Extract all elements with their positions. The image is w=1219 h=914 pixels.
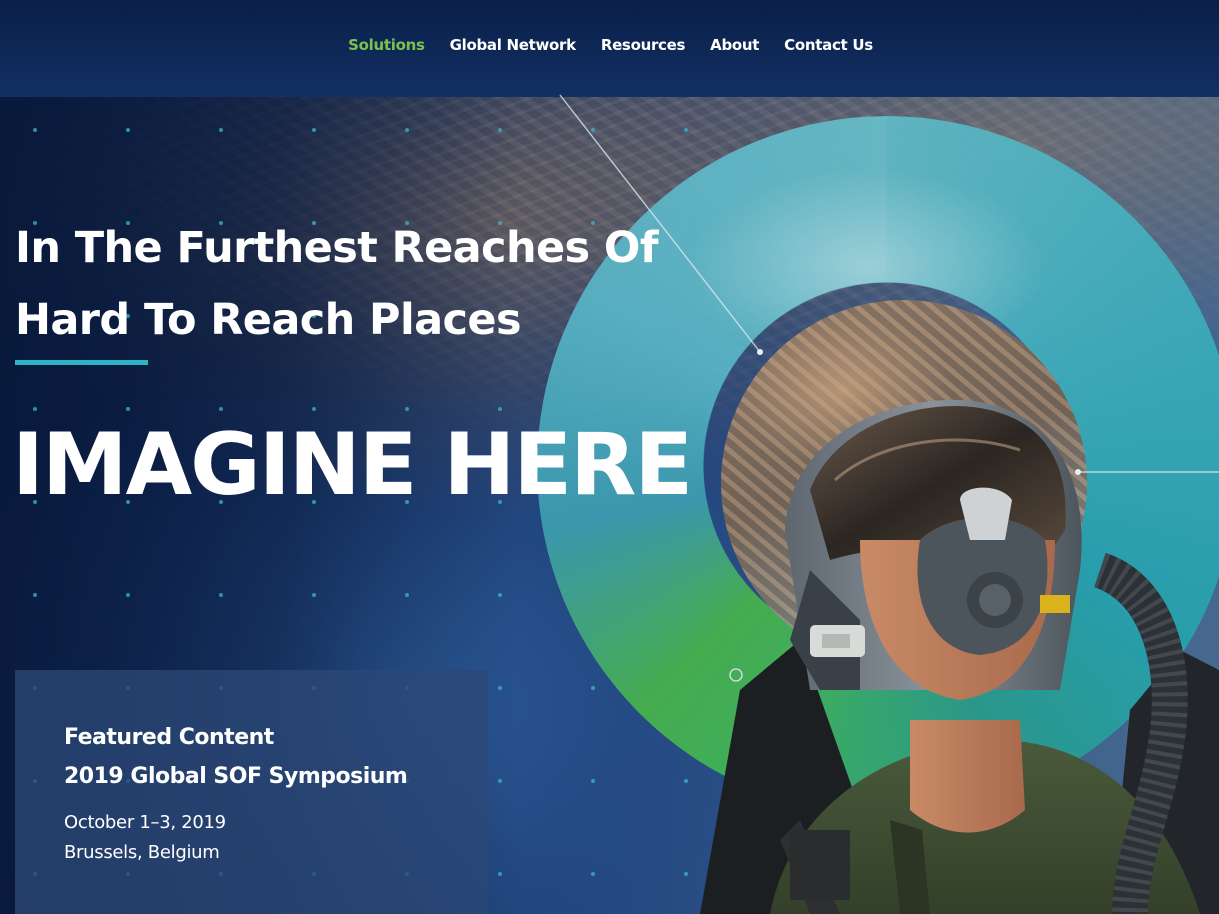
nav-global-network[interactable]: Global Network (450, 36, 577, 54)
nav-about[interactable]: About (710, 36, 759, 54)
featured-event-date: October 1–3, 2019 (64, 812, 226, 833)
featured-event-title[interactable]: 2019 Global SOF Symposium (64, 764, 408, 789)
fighter-pilot-photo (700, 399, 1219, 914)
featured-kicker: Featured Content (64, 725, 274, 750)
nav-solutions[interactable]: Solutions (348, 36, 425, 54)
featured-content-card[interactable]: Featured Content 2019 Global SOF Symposi… (15, 670, 488, 914)
featured-event-location: Brussels, Belgium (64, 842, 220, 863)
hero-tagline-line1: In The Furthest Reaches Of (15, 223, 659, 273)
hero-tagline-line2: Hard To Reach Places (15, 295, 522, 345)
nav-contact-us[interactable]: Contact Us (784, 36, 873, 54)
main-navigation: Solutions Global Network Resources About… (0, 36, 1219, 54)
hero-tagline: In The Furthest Reaches Of Hard To Reach… (15, 212, 735, 356)
hero-page: Solutions Global Network Resources About… (0, 0, 1219, 914)
nav-resources[interactable]: Resources (601, 36, 686, 54)
hero-headline: IMAGINE HERE (12, 415, 693, 515)
accent-divider (15, 360, 148, 365)
